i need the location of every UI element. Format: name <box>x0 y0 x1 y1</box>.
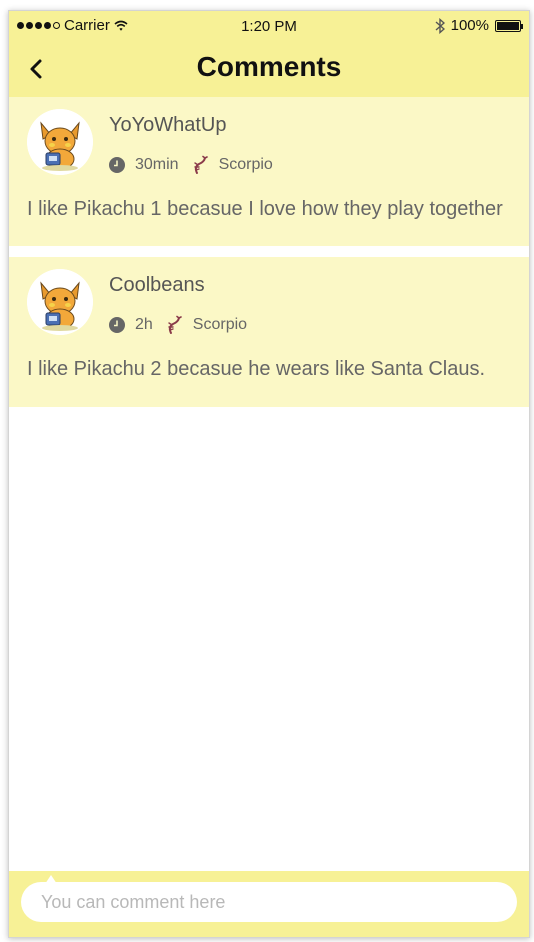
phone-screen: Carrier 1:20 PM 100% Comments YoYoWhatUp… <box>8 10 530 938</box>
comment-username[interactable]: Coolbeans <box>109 274 205 297</box>
bluetooth-icon <box>435 17 445 34</box>
comment-meta: 30min Scorpio <box>109 155 273 175</box>
clock-icon <box>109 157 125 173</box>
raichu-avatar-icon <box>27 269 93 335</box>
comment-composer <box>9 871 529 937</box>
nav-bar: Comments <box>9 41 529 97</box>
raichu-avatar-icon <box>27 109 93 175</box>
comment-list: YoYoWhatUp 30min Scorpio I like Pikachu … <box>9 97 529 407</box>
avatar[interactable] <box>27 269 93 335</box>
comment-time: 30min <box>135 156 179 173</box>
comment-sign: Scorpio <box>192 316 248 333</box>
comment-username[interactable]: YoYoWhatUp <box>109 114 227 137</box>
comment-item[interactable]: YoYoWhatUp 30min Scorpio I like Pikachu … <box>9 97 529 246</box>
status-bar: Carrier 1:20 PM 100% <box>9 11 529 41</box>
comment-item[interactable]: Coolbeans 2h Scorpio I like Pikachu 2 be… <box>9 257 529 407</box>
comment-text: I like Pikachu 1 becasue I love how they… <box>27 198 503 220</box>
status-right: 100% <box>435 17 523 34</box>
page-title: Comments <box>196 51 342 82</box>
scorpion-icon <box>168 315 182 334</box>
comment-sign: Scorpio <box>218 156 273 173</box>
comment-meta: 2h Scorpio <box>109 315 247 335</box>
avatar[interactable] <box>27 109 93 175</box>
scorpion-icon <box>193 155 208 174</box>
battery-icon <box>495 19 523 32</box>
comment-time: 2h <box>135 316 153 333</box>
comment-text: I like Pikachu 2 becasue he wears like S… <box>27 358 486 380</box>
comment-input[interactable] <box>21 882 517 922</box>
clock-icon <box>109 317 125 333</box>
battery-percent: 100% <box>450 17 489 34</box>
